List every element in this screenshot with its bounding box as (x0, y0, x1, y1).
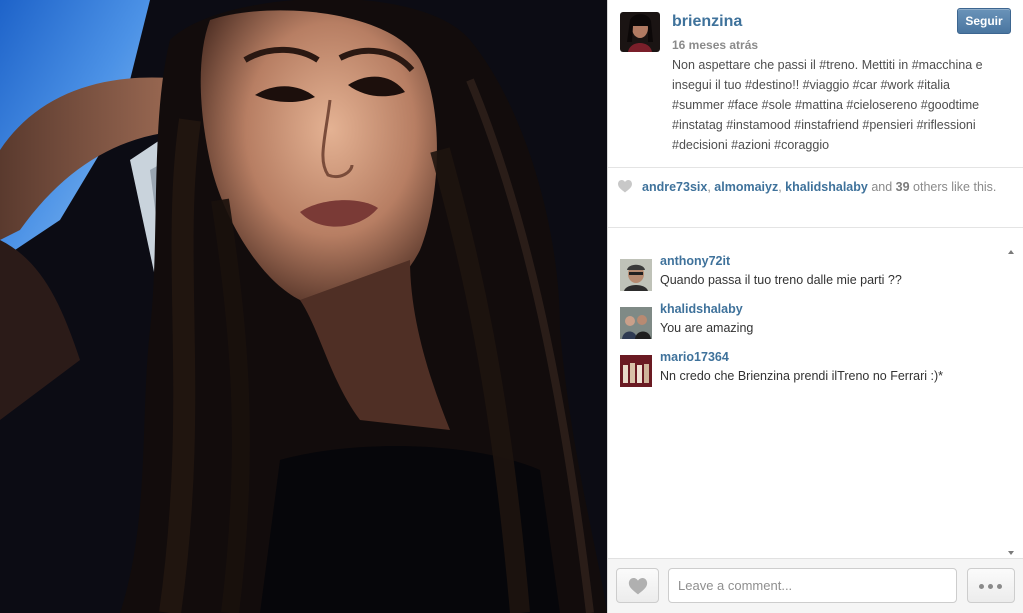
more-dots-icon (988, 584, 993, 589)
like-button[interactable] (616, 568, 659, 603)
like-user[interactable]: almomaiyz (714, 180, 778, 194)
owner-avatar[interactable] (620, 12, 660, 52)
more-dots-icon (979, 584, 984, 589)
more-dots-icon (997, 584, 1002, 589)
post-photo[interactable] (0, 0, 607, 613)
comment-text: Quando passa il tuo treno dalle mie part… (660, 273, 902, 287)
heart-icon (628, 578, 648, 595)
comment-text: You are amazing (660, 321, 754, 335)
selfie-image (0, 0, 607, 613)
comment-text: Nn credo che Brienzina prendi ilTreno no… (660, 369, 943, 383)
post-details-panel: brienzina Seguir 16 meses atrás Non aspe… (607, 0, 1023, 613)
heart-icon (618, 180, 632, 193)
post-timestamp: 16 meses atrás (672, 38, 759, 52)
comment-input[interactable] (668, 568, 957, 603)
divider (608, 227, 1023, 228)
like-user[interactable]: khalidshalaby (785, 180, 868, 194)
comment-footer (608, 558, 1023, 613)
comment-username[interactable]: anthony72it (660, 254, 730, 268)
divider (608, 167, 1023, 168)
comment-username[interactable]: khalidshalaby (660, 302, 743, 316)
owner-username[interactable]: brienzina (672, 13, 742, 31)
comments-scrollbar[interactable] (1006, 247, 1017, 558)
scroll-down-arrow-icon[interactable] (1008, 551, 1014, 555)
commenter-avatar[interactable] (620, 355, 652, 387)
likes-summary: andre73six, almomaiyz, khalidshalaby and… (642, 180, 997, 194)
comments-list[interactable]: anthony72it Quando passa il tuo treno da… (608, 247, 1023, 558)
commenter-avatar[interactable] (620, 259, 652, 291)
follow-button[interactable]: Seguir (957, 8, 1011, 34)
more-options-button[interactable] (967, 568, 1015, 603)
commenter-avatar[interactable] (620, 307, 652, 339)
comment-username[interactable]: mario17364 (660, 350, 729, 364)
like-user[interactable]: andre73six (642, 180, 707, 194)
likes-others-count[interactable]: 39 (896, 180, 910, 194)
scroll-up-arrow-icon[interactable] (1008, 250, 1014, 254)
post-caption: Non aspettare che passi il #treno. Metti… (672, 58, 983, 152)
